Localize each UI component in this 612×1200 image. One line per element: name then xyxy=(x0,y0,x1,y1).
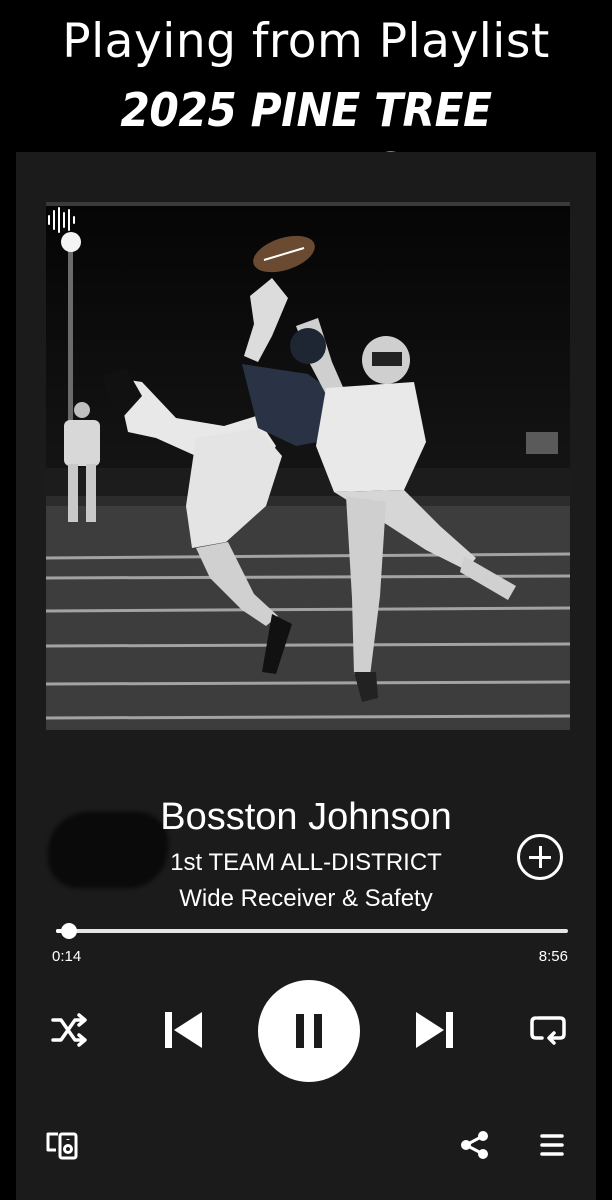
skip-previous-icon[interactable] xyxy=(162,1010,206,1050)
playing-from-label: Playing from Playlist xyxy=(62,14,550,69)
time-elapsed: 0:14 xyxy=(52,948,82,965)
progress-bar[interactable] xyxy=(56,923,568,939)
shuffle-icon[interactable] xyxy=(50,1012,90,1048)
pause-button[interactable] xyxy=(258,980,360,1082)
skip-next-icon[interactable] xyxy=(412,1010,456,1050)
track-subtitle-position: Wide Receiver & Safety xyxy=(179,885,433,912)
track-title: Bosston Johnson xyxy=(160,796,452,838)
album-art-photo xyxy=(46,206,570,730)
connect-device-icon[interactable] xyxy=(44,1130,80,1160)
plus-circle-icon[interactable] xyxy=(517,834,563,880)
playlist-header: Playing from Playlist 2025 PINE TREE PIR… xyxy=(0,0,612,197)
repeat-icon[interactable] xyxy=(528,1012,568,1050)
audio-wave-icon xyxy=(48,207,75,233)
time-total: 8:56 xyxy=(538,948,568,965)
share-icon[interactable] xyxy=(460,1130,490,1160)
album-art xyxy=(46,202,570,730)
queue-icon[interactable] xyxy=(538,1131,566,1159)
